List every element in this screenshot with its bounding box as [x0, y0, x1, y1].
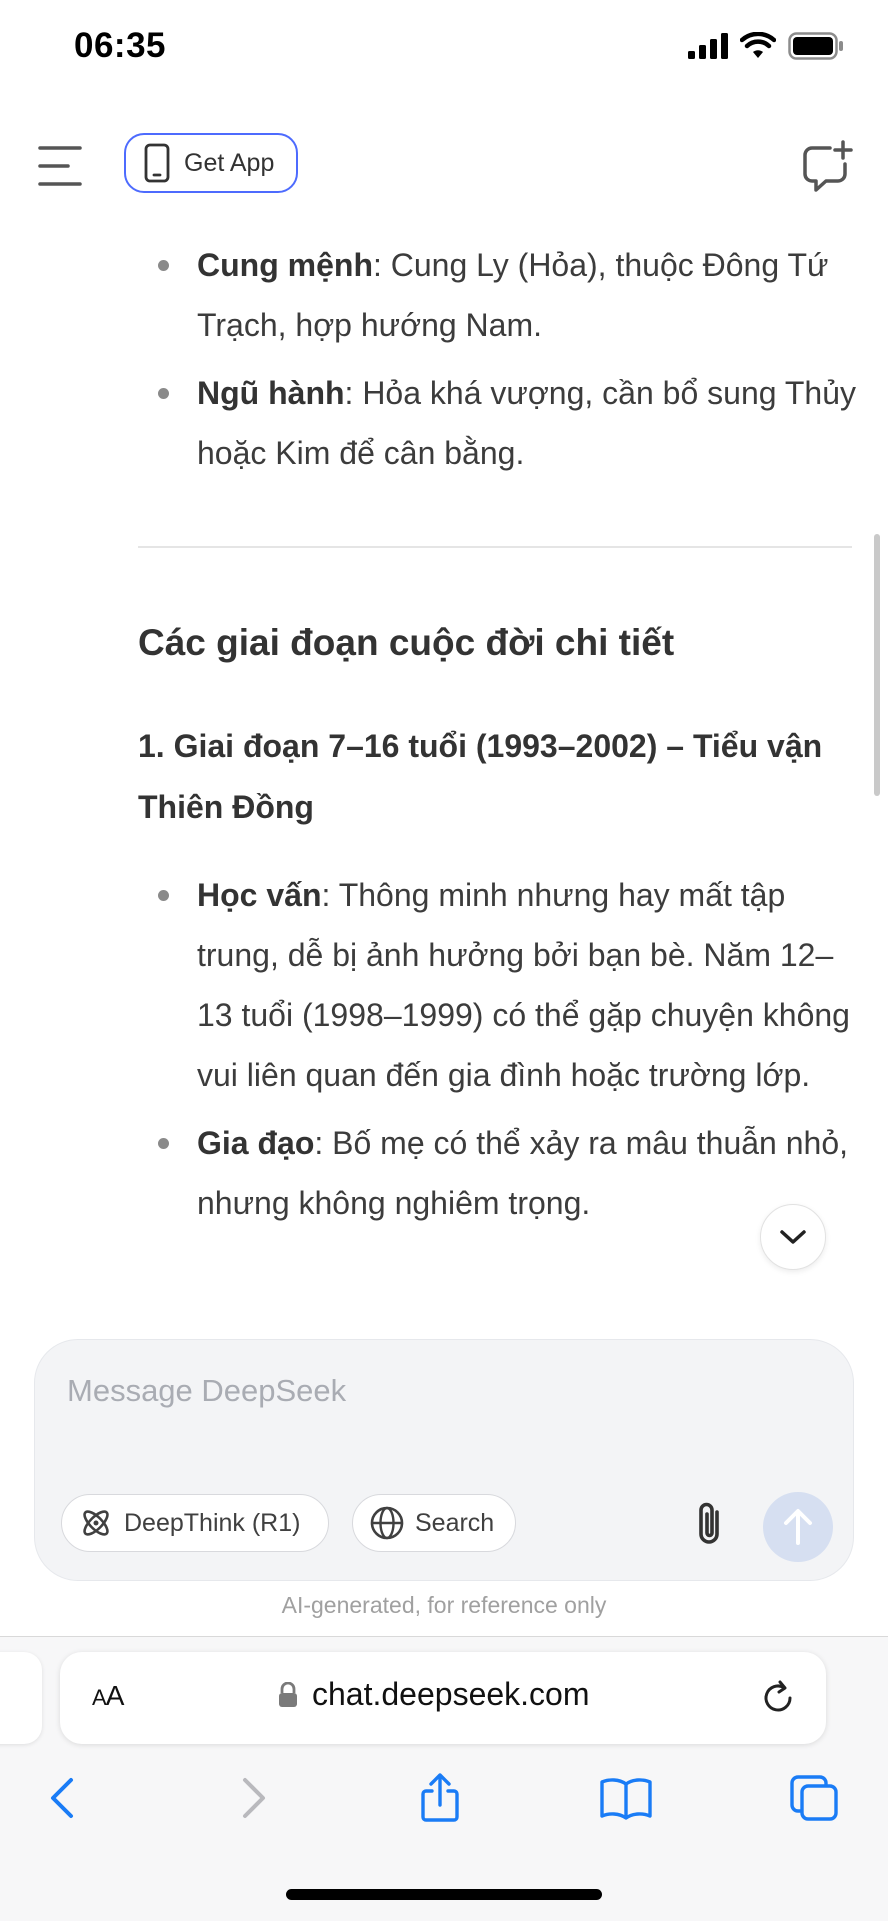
forward-button[interactable]	[224, 1768, 284, 1828]
list-item-term: Cung mệnh	[197, 247, 373, 283]
url-display[interactable]: chat.deepseek.com	[278, 1676, 590, 1713]
bullet-list-bottom: Học vấn: Thông minh nhưng hay mất tập tr…	[138, 865, 858, 1233]
wifi-icon	[740, 32, 776, 58]
browser-nav-bar	[0, 1768, 888, 1838]
bookmarks-button[interactable]	[596, 1768, 656, 1828]
deepthink-button[interactable]: DeepThink (R1)	[61, 1494, 329, 1552]
bullet-dot	[158, 388, 169, 399]
back-icon	[51, 1778, 73, 1818]
bookmarks-icon	[600, 1778, 652, 1820]
divider	[138, 546, 852, 548]
url-text: chat.deepseek.com	[312, 1676, 590, 1712]
bullet-list-top: Cung mệnh: Cung Ly (Hỏa), thuộc Đông Tứ …	[138, 235, 858, 483]
deepthink-icon	[83, 1510, 109, 1536]
get-app-label: Get App	[184, 148, 275, 177]
lock-icon	[279, 1681, 297, 1707]
share-button[interactable]	[410, 1768, 470, 1828]
back-button[interactable]	[32, 1768, 92, 1828]
section-title: Các giai đoạn cuộc đời chi tiết	[138, 622, 675, 663]
paperclip-icon[interactable]	[687, 1500, 733, 1550]
reader-settings-button[interactable]: AA	[92, 1680, 124, 1712]
globe-icon	[370, 1506, 404, 1540]
search-label: Search	[415, 1508, 495, 1537]
battery-icon	[788, 32, 843, 60]
scrollbar[interactable]	[874, 534, 880, 796]
previous-tab-preview[interactable]	[0, 1652, 42, 1744]
bullet-dot	[158, 890, 169, 901]
list-item: Gia đạo: Bố mẹ có thể xảy ra mâu thuẫn n…	[138, 1113, 858, 1233]
bullet-dot	[158, 1138, 169, 1149]
list-item: Ngũ hành: Hỏa khá vượng, cần bổ sung Thủ…	[138, 363, 858, 483]
list-item-term: Gia đạo	[197, 1125, 315, 1161]
new-chat-icon[interactable]	[800, 140, 854, 194]
list-item-term: Học vấn	[197, 877, 322, 913]
tabs-icon	[790, 1775, 838, 1821]
chevron-down-icon	[780, 1230, 806, 1244]
get-app-button[interactable]: Get App	[124, 133, 298, 193]
home-indicator[interactable]	[286, 1889, 602, 1900]
search-button[interactable]: Search	[352, 1494, 516, 1552]
forward-icon	[243, 1778, 265, 1818]
send-button[interactable]	[763, 1492, 833, 1562]
deepthink-label: DeepThink (R1)	[124, 1508, 301, 1537]
sub-title: 1. Giai đoạn 7–16 tuổi (1993–2002) – Tiể…	[138, 728, 823, 825]
share-icon	[421, 1773, 459, 1822]
tabs-button[interactable]	[784, 1768, 844, 1828]
bullet-dot	[158, 260, 169, 271]
message-content-lower: Học vấn: Thông minh nhưng hay mất tập tr…	[138, 865, 858, 1241]
list-item-term: Ngũ hành	[197, 375, 345, 411]
phone-icon	[144, 143, 170, 183]
status-time: 06:35	[74, 26, 167, 65]
list-item: Học vấn: Thông minh nhưng hay mất tập tr…	[138, 865, 858, 1105]
address-bar[interactable]: AA chat.deepseek.com	[60, 1652, 826, 1744]
message-content: Cung mệnh: Cung Ly (Hỏa), thuộc Đông Tứ …	[138, 235, 858, 491]
message-input[interactable]	[65, 1372, 749, 1410]
message-composer: DeepThink (R1) Search	[34, 1339, 854, 1581]
arrow-up-icon	[784, 1509, 812, 1545]
status-icons	[688, 32, 844, 60]
signal-icon	[688, 33, 728, 59]
disclaimer: AI-generated, for reference only	[281, 1592, 607, 1618]
menu-icon[interactable]	[36, 142, 84, 190]
reload-icon[interactable]	[758, 1678, 798, 1718]
list-item: Cung mệnh: Cung Ly (Hỏa), thuộc Đông Tứ …	[138, 235, 858, 355]
scroll-down-button[interactable]	[760, 1204, 826, 1270]
